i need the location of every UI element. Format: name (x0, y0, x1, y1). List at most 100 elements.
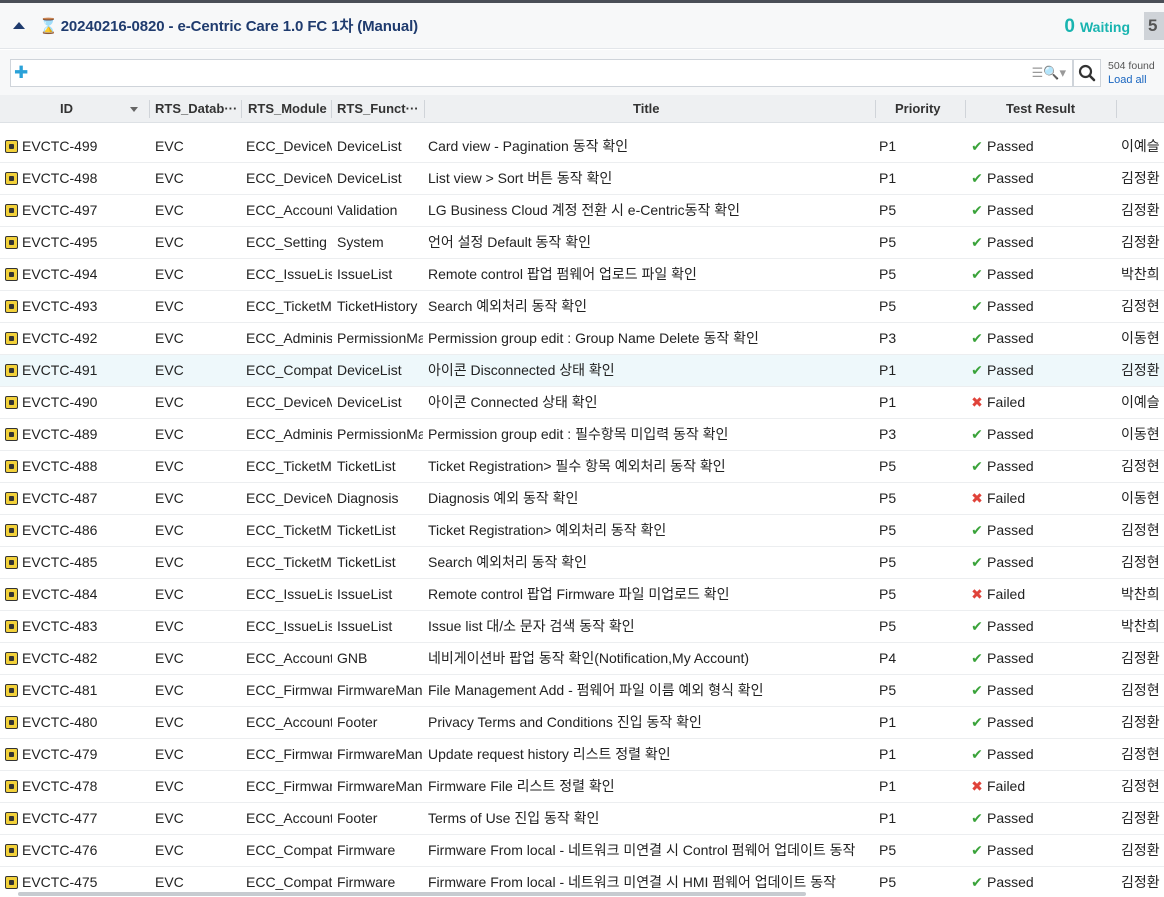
column-header-priority[interactable]: Priority (895, 95, 955, 123)
test-result-cell[interactable]: ✔ Passed (969, 675, 1109, 706)
test-case-id[interactable]: EVCTC-482 (22, 643, 150, 674)
table-row[interactable]: EVCTC-495 EVC ECC_Setting System 언어 설정 Defau… (0, 227, 1164, 259)
column-divider[interactable] (241, 100, 242, 118)
table-row[interactable]: EVCTC-478 EVC ECC_Firmware FirmwareMan Firmw… (0, 771, 1164, 803)
column-header-database[interactable]: RTS_Datab··· (155, 95, 239, 123)
test-result-cell[interactable]: ✔ Passed (969, 419, 1109, 450)
table-row[interactable]: EVCTC-479 EVC ECC_Firmware FirmwareMan Updat… (0, 739, 1164, 771)
test-result-cell[interactable]: ✔ Passed (969, 323, 1109, 354)
table-row[interactable]: EVCTC-480 EVC ECC_AccountI Footer Privacy Te… (0, 707, 1164, 739)
column-divider[interactable] (331, 100, 332, 118)
test-case-id[interactable]: EVCTC-494 (22, 259, 150, 290)
load-all-link[interactable]: Load all (1108, 74, 1147, 86)
test-result-cell[interactable]: ✔ Passed (969, 707, 1109, 738)
test-case-id[interactable]: EVCTC-490 (22, 387, 150, 418)
table-row[interactable]: EVCTC-499 EVC ECC_DeviceMa DeviceList Card v… (0, 131, 1164, 163)
add-filter-icon[interactable]: ✚ (14, 62, 28, 84)
test-case-id[interactable]: EVCTC-491 (22, 355, 150, 386)
priority-cell: P1 (879, 362, 897, 378)
test-case-id[interactable]: EVCTC-476 (22, 835, 150, 866)
table-row[interactable]: EVCTC-493 EVC ECC_TicketMa TicketHistory Sea… (0, 291, 1164, 323)
table-row[interactable]: EVCTC-477 EVC ECC_AccountI Footer Terms of U… (0, 803, 1164, 835)
table-row[interactable]: EVCTC-490 EVC ECC_DeviceMa DeviceList 아이콘 Co… (0, 387, 1164, 419)
database-cell: EVC (155, 170, 184, 186)
test-case-id[interactable]: EVCTC-497 (22, 195, 150, 226)
test-result-cell[interactable]: ✔ Passed (969, 515, 1109, 546)
waiting-status[interactable]: 0 Waiting (1064, 16, 1130, 38)
test-result-cell[interactable]: ✔ Passed (969, 195, 1109, 226)
run-title[interactable]: 20240216-0820 - e-Centric Care 1.0 FC 1차… (61, 15, 419, 36)
assignee-cell: 김정현 (1121, 682, 1160, 698)
collapse-toggle-icon[interactable] (13, 22, 25, 29)
horizontal-scrollbar[interactable] (18, 892, 806, 896)
test-result-cell[interactable]: ✔ Passed (969, 643, 1109, 674)
table-row[interactable]: EVCTC-483 EVC ECC_IssueList IssueList Issue … (0, 611, 1164, 643)
test-result-cell[interactable]: ✔ Passed (969, 131, 1109, 162)
test-result-cell[interactable]: ✖ Failed (969, 483, 1109, 514)
filter-options-icon[interactable]: ☰🔍▾ (1032, 65, 1066, 81)
test-case-id[interactable]: EVCTC-487 (22, 483, 150, 514)
table-row[interactable]: EVCTC-491 EVC ECC_Compati DeviceList 아이콘 Dis… (0, 355, 1164, 387)
test-result-cell[interactable]: ✔ Passed (969, 803, 1109, 834)
search-input[interactable]: ✚ ☰🔍▾ (10, 59, 1073, 87)
table-row[interactable]: EVCTC-485 EVC ECC_TicketMa TicketList Search… (0, 547, 1164, 579)
test-result-cell[interactable]: ✖ Failed (969, 579, 1109, 610)
table-row[interactable]: EVCTC-481 EVC ECC_Firmware FirmwareMan File … (0, 675, 1164, 707)
test-result-cell[interactable]: ✔ Passed (969, 291, 1109, 322)
test-case-id[interactable]: EVCTC-484 (22, 579, 150, 610)
table-row[interactable]: EVCTC-482 EVC ECC_AccountI GNB 네비게이션바 팝업 동작 … (0, 643, 1164, 675)
test-case-id[interactable]: EVCTC-481 (22, 675, 150, 706)
table-row[interactable]: EVCTC-488 EVC ECC_TicketMa TicketList Ticket… (0, 451, 1164, 483)
test-result-cell[interactable]: ✔ Passed (969, 451, 1109, 482)
column-divider[interactable] (875, 100, 876, 118)
check-icon: ✔ (971, 618, 983, 634)
table-row[interactable]: EVCTC-489 EVC ECC_Administ PermissionMa Perm… (0, 419, 1164, 451)
sort-desc-icon[interactable] (130, 107, 138, 112)
test-result-cell[interactable]: ✔ Passed (969, 227, 1109, 258)
test-case-id[interactable]: EVCTC-485 (22, 547, 150, 578)
test-case-id[interactable]: EVCTC-477 (22, 803, 150, 834)
table-row[interactable]: EVCTC-486 EVC ECC_TicketMa TicketList Ticket… (0, 515, 1164, 547)
table-row[interactable]: EVCTC-475 EVC ECC_Compati Firmware Firmware … (0, 867, 1164, 891)
column-divider[interactable] (424, 100, 425, 118)
table-row[interactable]: EVCTC-492 EVC ECC_Administ PermissionMa Perm… (0, 323, 1164, 355)
test-case-id[interactable]: EVCTC-488 (22, 451, 150, 482)
column-header-id[interactable]: ID (60, 95, 130, 123)
column-divider[interactable] (1116, 100, 1117, 118)
test-result-cell[interactable]: ✔ Passed (969, 163, 1109, 194)
table-row[interactable]: EVCTC-484 EVC ECC_IssueList IssueList Remote… (0, 579, 1164, 611)
test-case-id[interactable]: EVCTC-489 (22, 419, 150, 450)
test-case-id[interactable]: EVCTC-480 (22, 707, 150, 738)
search-button[interactable] (1073, 59, 1101, 87)
test-result-cell[interactable]: ✔ Passed (969, 355, 1109, 386)
table-row[interactable]: EVCTC-497 EVC ECC_AccountI Validation LG Bus… (0, 195, 1164, 227)
test-result-cell[interactable]: ✔ Passed (969, 835, 1109, 866)
test-case-id[interactable]: EVCTC-499 (22, 131, 150, 162)
test-result-cell[interactable]: ✖ Failed (969, 387, 1109, 418)
test-case-id[interactable]: EVCTC-495 (22, 227, 150, 258)
column-header-title[interactable]: Title (633, 95, 693, 123)
test-case-id[interactable]: EVCTC-478 (22, 771, 150, 802)
column-header-function[interactable]: RTS_Funct··· (337, 95, 423, 123)
column-divider[interactable] (149, 100, 150, 118)
test-case-id[interactable]: EVCTC-479 (22, 739, 150, 770)
test-case-id[interactable]: EVCTC-493 (22, 291, 150, 322)
column-divider[interactable] (965, 100, 966, 118)
table-row[interactable]: EVCTC-487 EVC ECC_DeviceMa Diagnosis Diagnos… (0, 483, 1164, 515)
test-result-cell[interactable]: ✔ Passed (969, 739, 1109, 770)
test-case-id[interactable]: EVCTC-486 (22, 515, 150, 546)
test-result-cell[interactable]: ✔ Passed (969, 867, 1109, 891)
test-case-id[interactable]: EVCTC-492 (22, 323, 150, 354)
table-row[interactable]: EVCTC-494 EVC ECC_IssueList IssueList Remote… (0, 259, 1164, 291)
test-case-id[interactable]: EVCTC-475 (22, 867, 150, 891)
test-case-id[interactable]: EVCTC-498 (22, 163, 150, 194)
test-case-id[interactable]: EVCTC-483 (22, 611, 150, 642)
column-header-module[interactable]: RTS_Module (248, 95, 330, 123)
test-result-cell[interactable]: ✖ Failed (969, 771, 1109, 802)
test-result-cell[interactable]: ✔ Passed (969, 547, 1109, 578)
test-result-cell[interactable]: ✔ Passed (969, 611, 1109, 642)
table-row[interactable]: EVCTC-476 EVC ECC_Compati Firmware Firmware … (0, 835, 1164, 867)
test-result-cell[interactable]: ✔ Passed (969, 259, 1109, 290)
column-header-test-result[interactable]: Test Result (1006, 95, 1096, 123)
table-row[interactable]: EVCTC-498 EVC ECC_DeviceMa DeviceList List v… (0, 163, 1164, 195)
